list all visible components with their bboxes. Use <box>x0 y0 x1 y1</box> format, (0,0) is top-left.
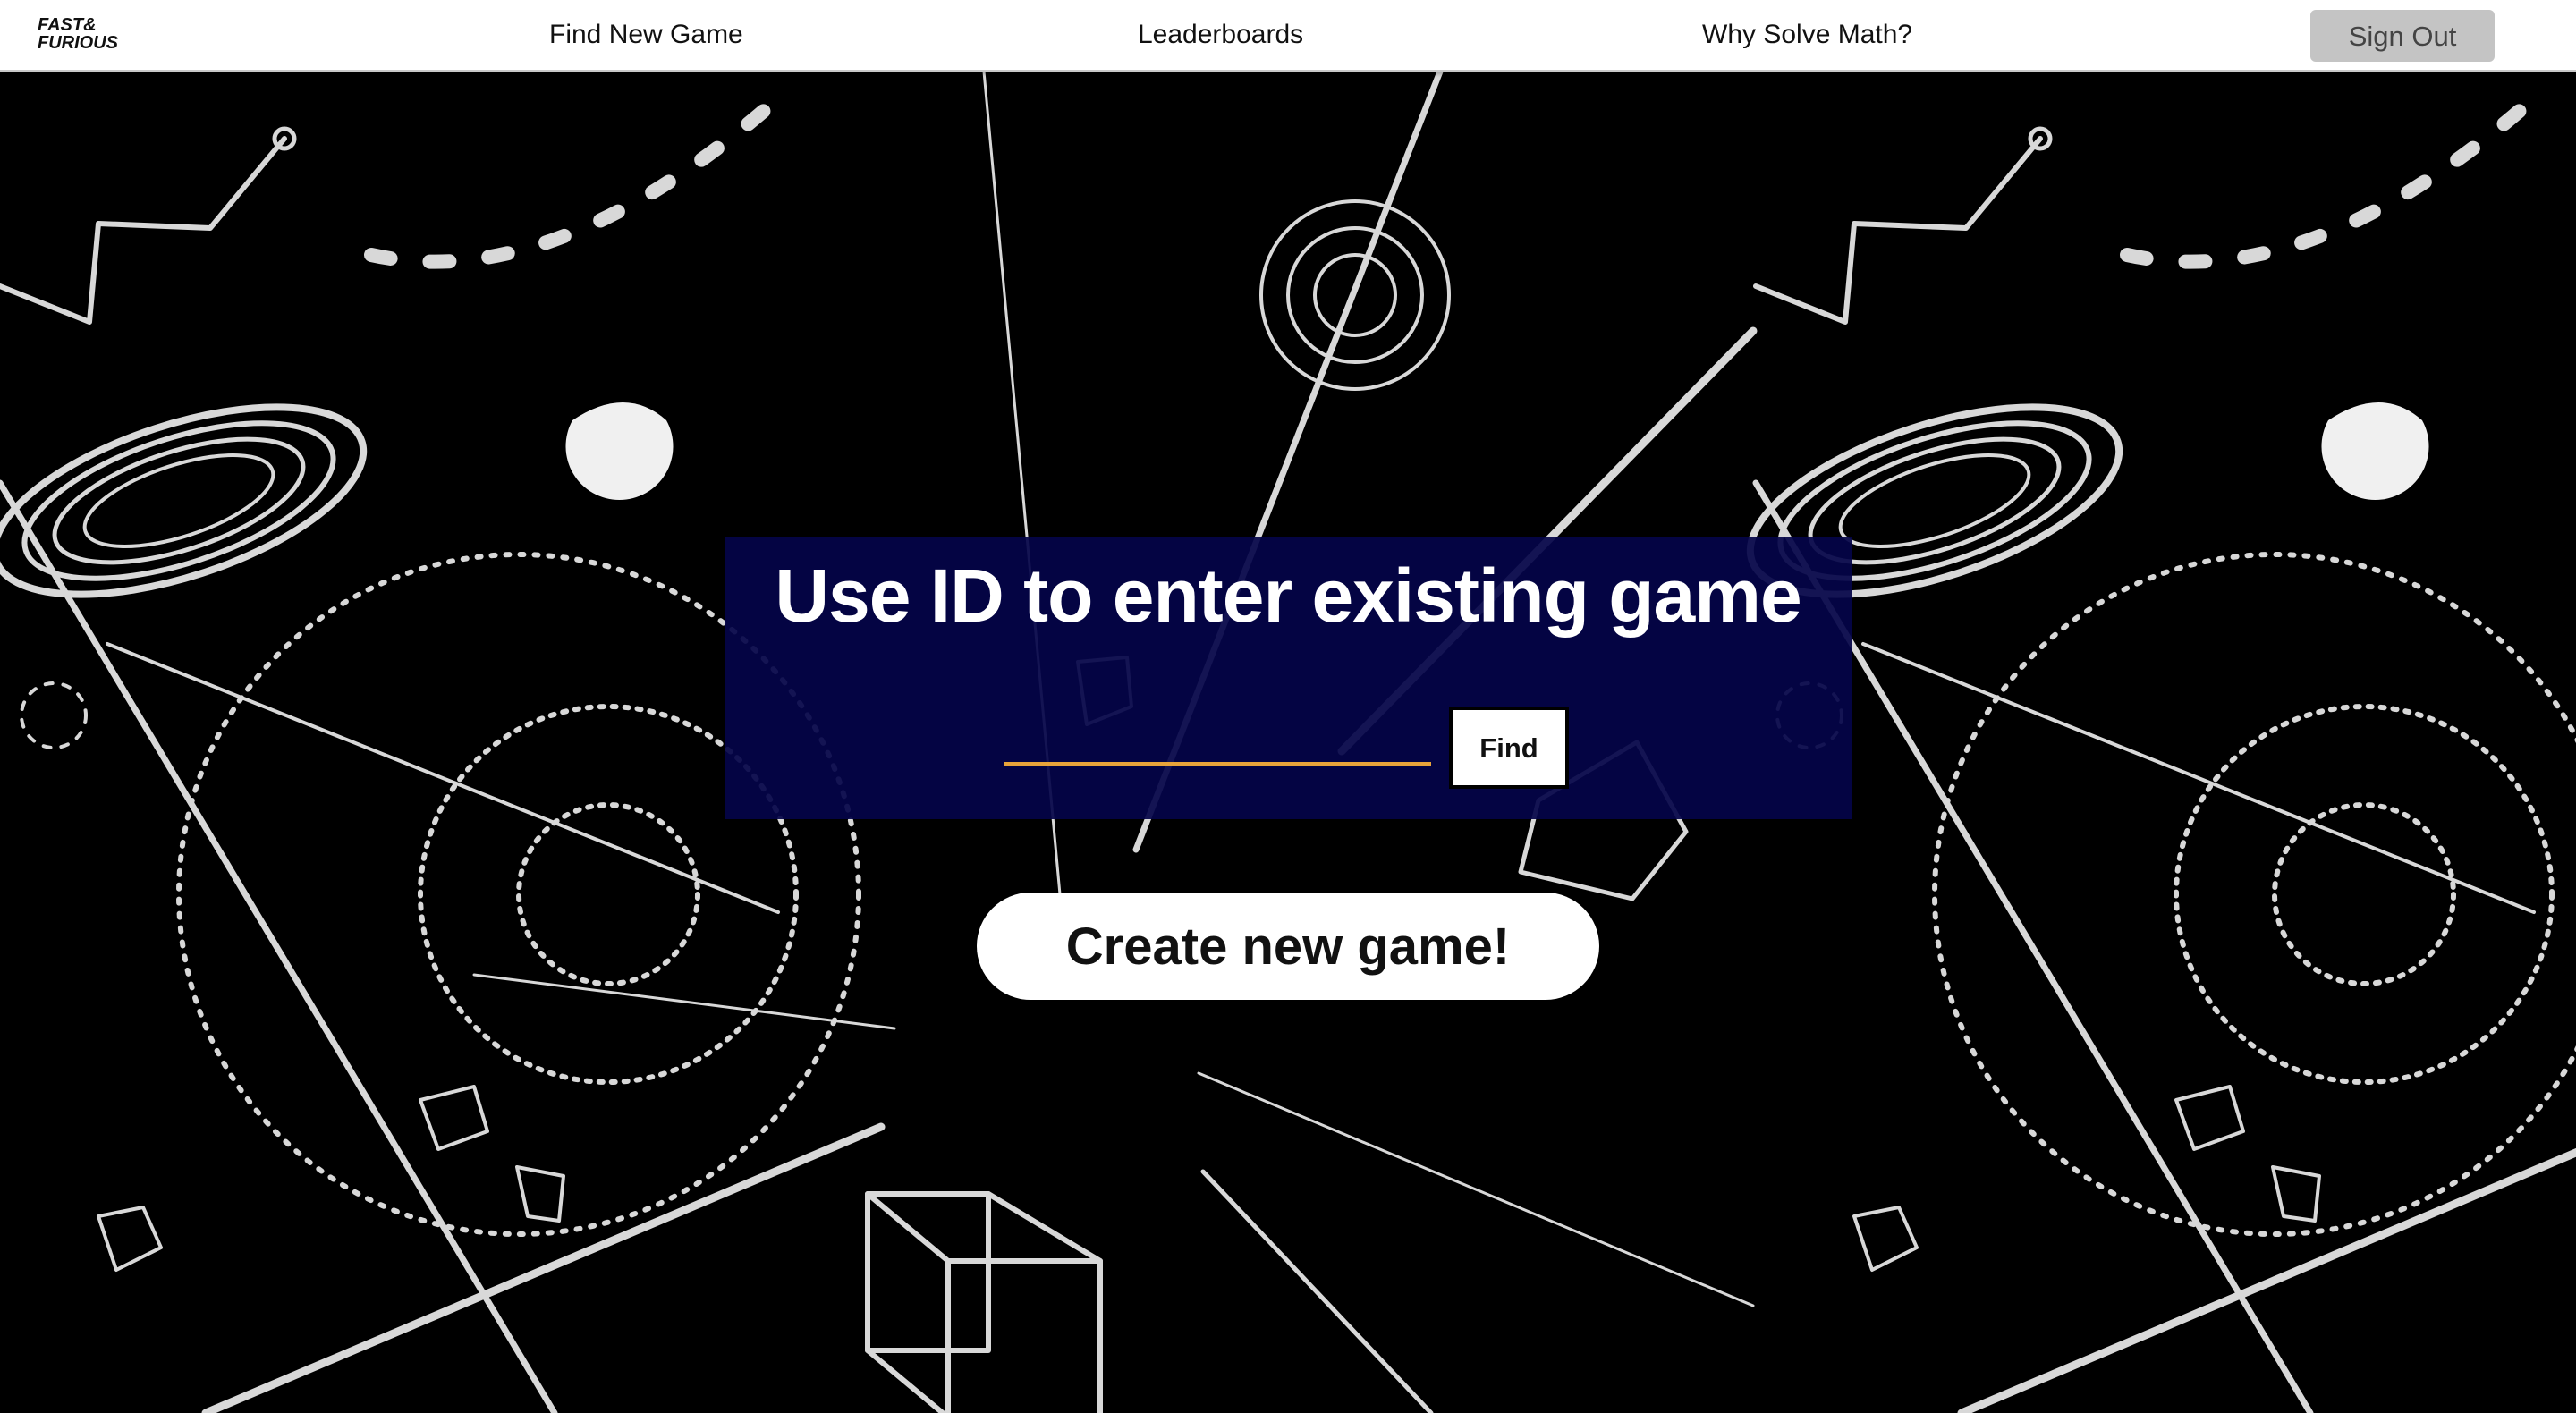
sign-out-button[interactable]: Sign Out <box>2310 10 2495 62</box>
nav-link-why-solve-math[interactable]: Why Solve Math? <box>1702 0 1912 70</box>
panel-title: Use ID to enter existing game <box>775 554 1801 638</box>
join-game-panel: Use ID to enter existing game Find <box>724 537 1852 819</box>
logo-line-2: FURIOUS <box>38 33 119 52</box>
find-button[interactable]: Find <box>1449 706 1569 789</box>
nav-link-leaderboards[interactable]: Leaderboards <box>1138 0 1303 70</box>
create-new-game-button[interactable]: Create new game! <box>977 893 1599 1000</box>
fast-furious-logo[interactable]: FAST& FURIOUS <box>36 13 170 52</box>
nav-link-find-new-game[interactable]: Find New Game <box>549 0 743 70</box>
top-nav-bar: FAST& FURIOUS Find New Game Leaderboards… <box>0 0 2576 72</box>
logo-line-1: FAST& <box>38 15 97 35</box>
game-id-input[interactable] <box>1004 706 1431 766</box>
